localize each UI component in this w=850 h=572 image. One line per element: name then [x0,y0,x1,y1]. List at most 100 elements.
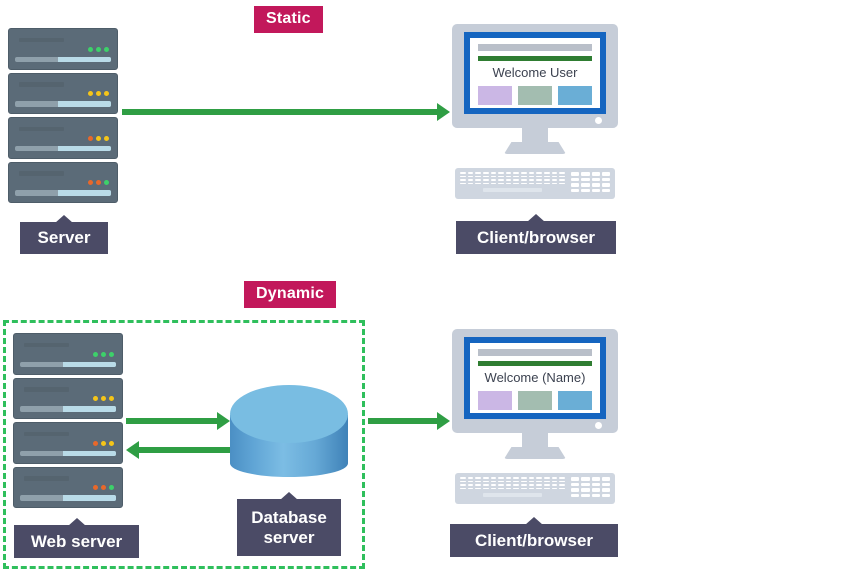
keyboard-key[interactable] [482,175,489,177]
numpad-key[interactable] [571,493,580,497]
keyboard-key[interactable] [559,175,565,177]
numpad-key[interactable] [601,477,610,481]
keyboard-key[interactable] [536,477,543,479]
keyboard-key[interactable] [460,480,466,482]
keyboard-key[interactable] [513,172,520,174]
keyboard-key[interactable] [505,172,512,174]
keyboard-key[interactable] [467,487,474,489]
keyboard-key[interactable] [551,172,558,174]
keyboard-key[interactable] [490,175,497,177]
client-static-browser-screen[interactable]: Welcome User [470,38,600,108]
keyboard-key[interactable] [490,179,497,181]
keyboard-key[interactable] [460,179,466,181]
numpad-key[interactable] [581,482,590,486]
numpad-key[interactable] [591,172,600,176]
keyboard-key[interactable] [551,487,558,489]
keyboard-key[interactable] [490,487,497,489]
keyboard-key[interactable] [460,484,466,486]
numpad-key[interactable] [571,488,580,492]
keyboard-key[interactable] [475,477,481,479]
keyboard-key[interactable] [505,182,512,184]
keyboard-key[interactable] [559,182,565,184]
keyboard-spacebar[interactable] [483,188,542,192]
keyboard-key[interactable] [521,477,527,479]
keyboard-key[interactable] [498,172,504,174]
keyboard-key[interactable] [467,175,474,177]
numpad-key[interactable] [591,188,600,192]
monitor-power-led-icon[interactable] [595,422,602,429]
keyboard-key[interactable] [505,477,512,479]
keyboard-key[interactable] [536,179,543,181]
keyboard-key[interactable] [498,480,504,482]
keyboard-key[interactable] [490,480,497,482]
keyboard-key[interactable] [498,182,504,184]
keyboard-key[interactable] [490,477,497,479]
keyboard-key[interactable] [513,179,520,181]
keyboard-spacebar[interactable] [483,493,542,497]
numpad-key[interactable] [571,177,580,181]
keyboard-key[interactable] [559,484,565,486]
keyboard-key[interactable] [490,172,497,174]
keyboard-key[interactable] [521,480,527,482]
keyboard-key[interactable] [482,179,489,181]
keyboard-key[interactable] [467,182,474,184]
keyboard-key[interactable] [528,477,535,479]
keyboard-row[interactable] [460,487,565,489]
keyboard-row[interactable] [460,484,565,486]
keyboard-key[interactable] [467,480,474,482]
keyboard-key[interactable] [490,182,497,184]
numpad-key[interactable] [571,188,580,192]
numpad-key[interactable] [601,172,610,176]
keyboard-row[interactable] [460,182,565,184]
keyboard-key[interactable] [559,179,565,181]
keyboard-key[interactable] [551,480,558,482]
keyboard-key[interactable] [475,182,481,184]
keyboard-key[interactable] [521,172,527,174]
keyboard-key[interactable] [460,182,466,184]
keyboard-key[interactable] [482,172,489,174]
numpad-row[interactable] [571,177,610,181]
keyboard-key[interactable] [460,172,466,174]
numpad-key[interactable] [581,188,590,192]
numpad-key[interactable] [591,488,600,492]
numpad-row[interactable] [571,493,610,497]
keyboard-key[interactable] [528,182,535,184]
numpad-key[interactable] [571,172,580,176]
keyboard-key[interactable] [475,480,481,482]
numpad-key[interactable] [581,493,590,497]
keyboard-key[interactable] [544,175,550,177]
monitor-power-led-icon[interactable] [595,117,602,124]
keyboard-key[interactable] [460,175,466,177]
numpad-key[interactable] [591,477,600,481]
numpad-row[interactable] [571,188,610,192]
numpad-key[interactable] [571,183,580,187]
keyboard-key[interactable] [505,484,512,486]
keyboard-key[interactable] [460,487,466,489]
numpad-row[interactable] [571,172,610,176]
keyboard-key[interactable] [521,487,527,489]
keyboard-key[interactable] [475,179,481,181]
keyboard-key[interactable] [551,179,558,181]
keyboard-key[interactable] [559,487,565,489]
numpad-key[interactable] [601,482,610,486]
keyboard-static-numpad[interactable] [571,172,610,192]
keyboard-key[interactable] [498,175,504,177]
keyboard-row[interactable] [460,172,565,174]
numpad-key[interactable] [591,177,600,181]
keyboard-key[interactable] [505,487,512,489]
keyboard-key[interactable] [513,484,520,486]
keyboard-key[interactable] [460,477,466,479]
keyboard-key[interactable] [559,477,565,479]
keyboard-key[interactable] [475,487,481,489]
client-dynamic-browser-screen[interactable]: Welcome (Name) [470,343,600,413]
numpad-row[interactable] [571,482,610,486]
keyboard-key[interactable] [482,182,489,184]
keyboard-key[interactable] [551,182,558,184]
keyboard-key[interactable] [536,182,543,184]
keyboard-key[interactable] [559,172,565,174]
numpad-key[interactable] [581,172,590,176]
keyboard-key[interactable] [521,175,527,177]
keyboard-key[interactable] [498,477,504,479]
keyboard-row[interactable] [460,179,565,181]
numpad-key[interactable] [601,183,610,187]
